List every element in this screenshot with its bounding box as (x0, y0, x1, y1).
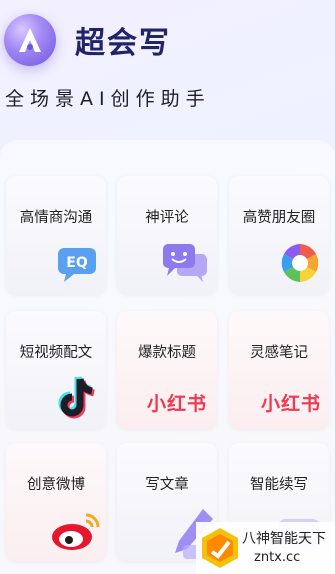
card-label: 智能续写 (250, 477, 308, 493)
watermark-line2: zntx.cc (254, 550, 301, 565)
header: 超会写 全场景AI创作助手 (0, 0, 335, 160)
app-logo (4, 14, 56, 66)
xiaohongshu-logo: 小红书 (261, 393, 322, 415)
weibo-icon (52, 513, 100, 550)
card-creative-weibo[interactable]: 创意微博 (6, 443, 106, 561)
eq-chat-bubble-icon: EQ (58, 248, 96, 282)
comment-bubbles-icon (163, 244, 207, 282)
card-divine-comment[interactable]: 神评论 (117, 176, 217, 294)
app-logo-icon (19, 28, 41, 52)
card-label: 创意微博 (27, 477, 85, 493)
card-label: 写文章 (145, 477, 189, 493)
card-popular-moments[interactable]: 高赞朋友圈 (229, 176, 329, 294)
card-short-video-caption[interactable]: 短视频配文 (6, 311, 106, 429)
card-label: 灵感笔记 (250, 345, 308, 361)
card-hot-title[interactable]: 爆款标题 小红书 (117, 311, 217, 429)
card-label: 短视频配文 (19, 345, 93, 361)
card-label: 高赞朋友圈 (242, 210, 316, 226)
app-title: 超会写 (75, 26, 171, 61)
eq-icon-text: EQ (66, 255, 88, 271)
card-label: 爆款标题 (138, 345, 196, 361)
watermark-line1: 八神智能天下 (242, 531, 326, 547)
card-inspiration-notes[interactable]: 灵感笔记 小红书 (229, 311, 329, 429)
card-label: 高情商沟通 (19, 210, 93, 226)
card-eq-communication[interactable]: 高情商沟通 EQ (6, 176, 106, 294)
watermark-logo (202, 528, 238, 568)
site-watermark: 八神智能天下 zntx.cc (196, 522, 335, 574)
tiktok-icon (58, 376, 95, 419)
moments-aperture-icon (281, 244, 319, 282)
card-label: 神评论 (145, 210, 189, 226)
xiaohongshu-logo: 小红书 (147, 393, 208, 415)
app-tagline: 全场景AI创作助手 (5, 88, 211, 110)
